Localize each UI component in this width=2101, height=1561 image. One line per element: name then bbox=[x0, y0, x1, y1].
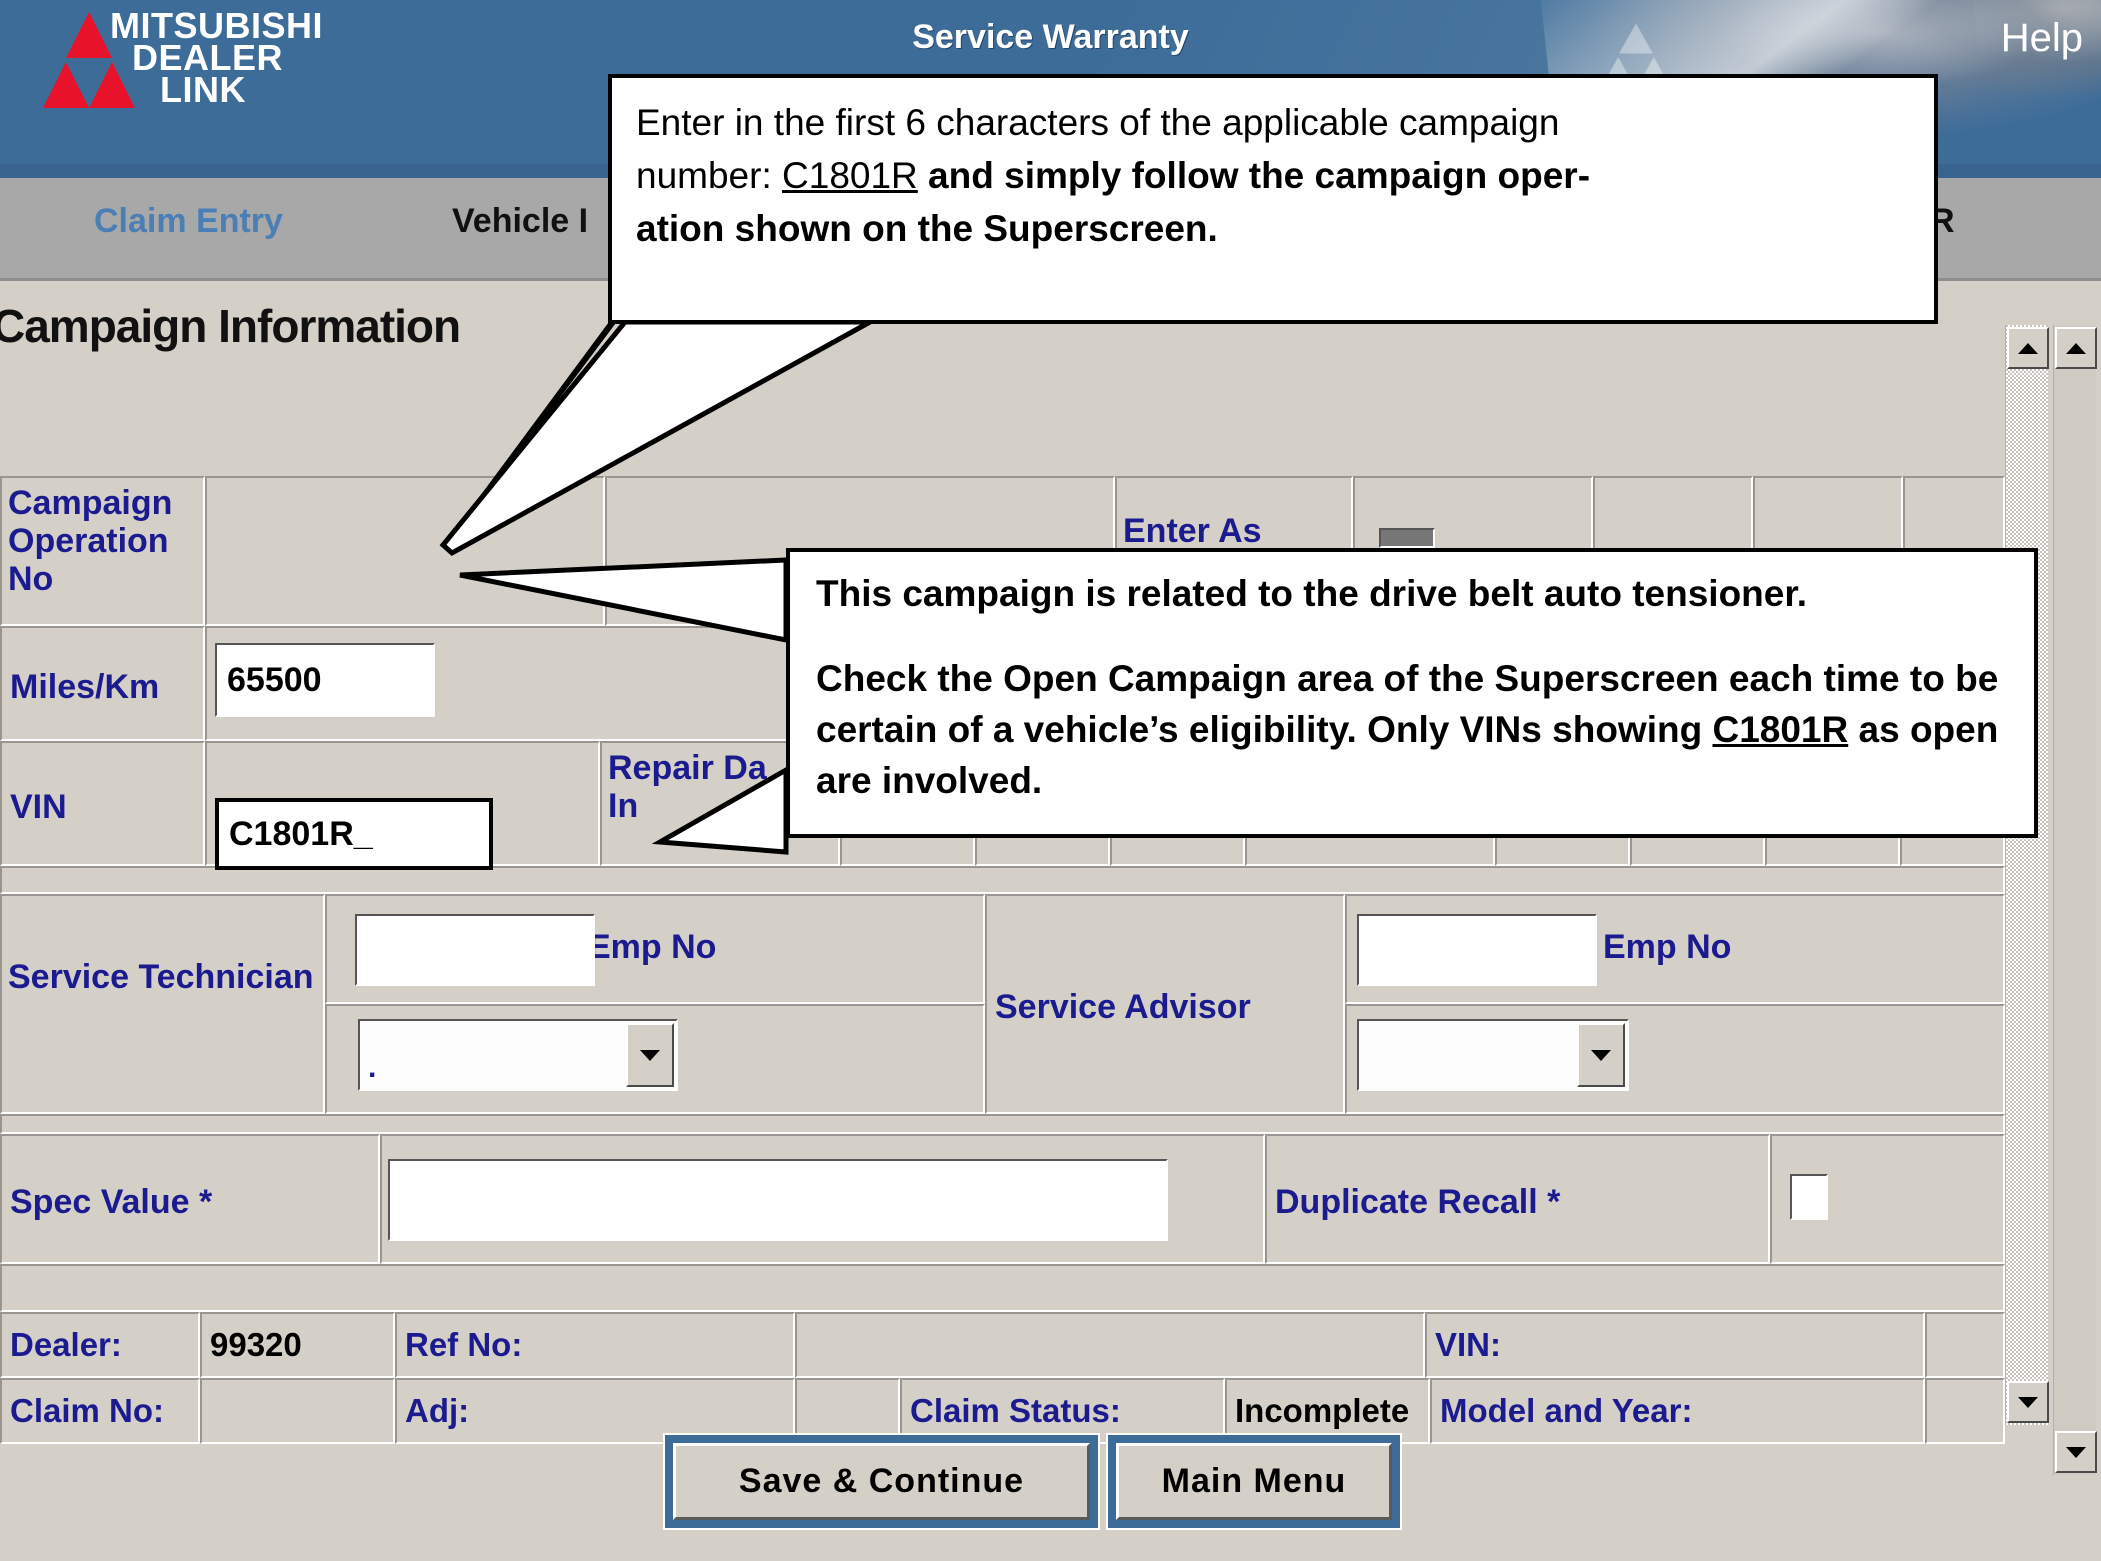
callout-bottom-para-1: This campaign is related to the drive be… bbox=[816, 568, 2012, 619]
callout-instruction-top: Enter in the first 6 characters of the a… bbox=[608, 74, 1938, 324]
callout-top-line2-bold: and simply follow the campaign oper- bbox=[918, 155, 1590, 196]
campaign-operation-no-input[interactable]: C1801R_ bbox=[215, 798, 493, 870]
callout-instruction-bottom: This campaign is related to the drive be… bbox=[786, 548, 2038, 838]
callout-top-line-3: ation shown on the Superscreen. bbox=[636, 202, 1912, 255]
callout-bottom-para-2: Check the Open Campaign area of the Supe… bbox=[816, 653, 2012, 806]
callout-bottom-campaign-number: C1801R bbox=[1712, 709, 1848, 750]
callout-top-campaign-number: C1801R bbox=[782, 155, 918, 196]
application-screenshot: MITSUBISHI DEALER LINK Service Warranty … bbox=[0, 0, 2101, 1561]
callout-top-line-1: Enter in the first 6 characters of the a… bbox=[636, 96, 1912, 149]
callout-top-line2-plain: number: bbox=[636, 155, 782, 196]
callout-top-line-2: number: C1801R and simply follow the cam… bbox=[636, 149, 1912, 202]
